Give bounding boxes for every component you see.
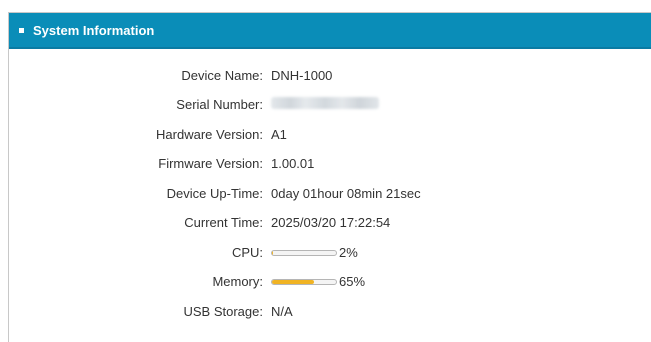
row-current-time: Current Time: 2025/03/20 17:22:54 [9,212,390,232]
serial-number-value [271,96,379,112]
panel-title: System Information [33,22,155,38]
usb-storage-label: USB Storage: [183,303,264,319]
firmware-version-value: 1.00.01 [271,155,315,171]
system-information-panel: System Information Device Name: DNH-1000… [8,12,651,342]
row-device-name: Device Name: DNH-1000 [9,65,332,85]
cpu-percent: 2% [339,244,358,260]
hardware-version-label: Hardware Version: [156,126,263,142]
row-device-uptime: Device Up-Time: 0day 01hour 08min 21sec [9,183,421,203]
device-name-value: DNH-1000 [271,67,333,83]
panel-header: System Information [9,13,651,49]
usb-storage-value: N/A [271,303,293,319]
memory-usage-bar [271,279,337,286]
memory-usage-fill [272,280,314,285]
serial-number-label: Serial Number: [176,96,263,112]
row-hardware-version: Hardware Version: A1 [9,124,287,144]
device-name-label: Device Name: [181,67,263,83]
cpu-label: CPU: [231,244,263,260]
current-time-value: 2025/03/20 17:22:54 [271,214,391,230]
current-time-label: Current Time: [184,214,263,230]
row-cpu: CPU: 2% [9,242,358,262]
bullet-icon [19,27,24,33]
memory-percent: 65% [339,273,366,289]
cpu-usage-bar [271,250,337,257]
cpu-value: 2% [271,245,358,260]
memory-value: 65% [271,274,365,289]
serial-number-redacted [271,96,379,109]
row-firmware-version: Firmware Version: 1.00.01 [9,153,314,173]
hardware-version-value: A1 [271,126,287,142]
memory-label: Memory: [212,273,263,289]
row-usb-storage: USB Storage: N/A [9,301,293,321]
cpu-usage-fill [272,251,274,256]
row-serial-number: Serial Number: [9,94,379,114]
firmware-version-label: Firmware Version: [158,155,263,171]
device-uptime-label: Device Up-Time: [166,185,263,201]
device-uptime-value: 0day 01hour 08min 21sec [271,185,421,201]
row-memory: Memory: 65% [9,271,365,291]
